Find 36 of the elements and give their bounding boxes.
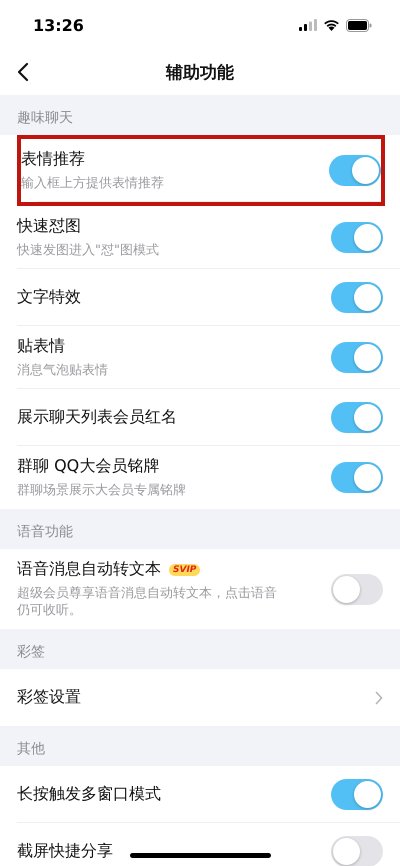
chevron-right-icon: [375, 690, 383, 704]
toggle-switch[interactable]: [331, 836, 383, 866]
status-time: 13:26: [33, 16, 84, 34]
back-icon[interactable]: [17, 62, 29, 82]
setting-title: 截屏快捷分享: [17, 841, 113, 862]
setting-description: 消息气泡贴表情: [17, 362, 108, 379]
battery-icon: [346, 18, 372, 32]
section-header: 其他: [17, 740, 45, 758]
setting-description: 快速发图进入"怼"图模式: [17, 242, 159, 259]
toggle-switch[interactable]: [331, 282, 383, 313]
page-title: 辅助功能: [166, 62, 234, 84]
setting-title: 文字特效: [17, 287, 81, 308]
setting-description: 输入框上方提供表情推荐: [21, 175, 164, 192]
section-header: 趣味聊天: [17, 109, 73, 127]
setting-description: 群聊场景展示大会员专属铭牌: [17, 482, 186, 499]
wifi-icon: [323, 19, 340, 31]
toggle-switch[interactable]: [331, 402, 383, 433]
toggle-switch[interactable]: [331, 462, 383, 493]
toggle-switch[interactable]: [329, 155, 381, 186]
toggle-switch[interactable]: [331, 222, 383, 253]
setting-title: 长按触发多窗口模式: [17, 784, 161, 805]
section-header: 彩签: [17, 643, 45, 661]
setting-title: 彩签设置: [17, 687, 81, 708]
setting-description: 超级会员尊享语音消息自动转文本，点击语音仍可收听。: [17, 585, 278, 619]
setting-title: 贴表情: [17, 336, 65, 357]
toggle-switch[interactable]: [331, 574, 383, 604]
svip-badge: SVIP: [169, 564, 200, 576]
toggle-switch[interactable]: [331, 779, 383, 810]
signal-icon: [299, 19, 317, 31]
setting-title: 群聊 QQ大会员铭牌: [17, 456, 160, 477]
setting-title: 展示聊天列表会员红名: [17, 407, 177, 428]
toggle-switch[interactable]: [331, 342, 383, 373]
setting-title: 快速怼图: [17, 216, 81, 237]
setting-title: 表情推荐: [21, 149, 85, 170]
section-header: 语音功能: [17, 523, 73, 541]
setting-title: 语音消息自动转文本: [17, 559, 161, 580]
